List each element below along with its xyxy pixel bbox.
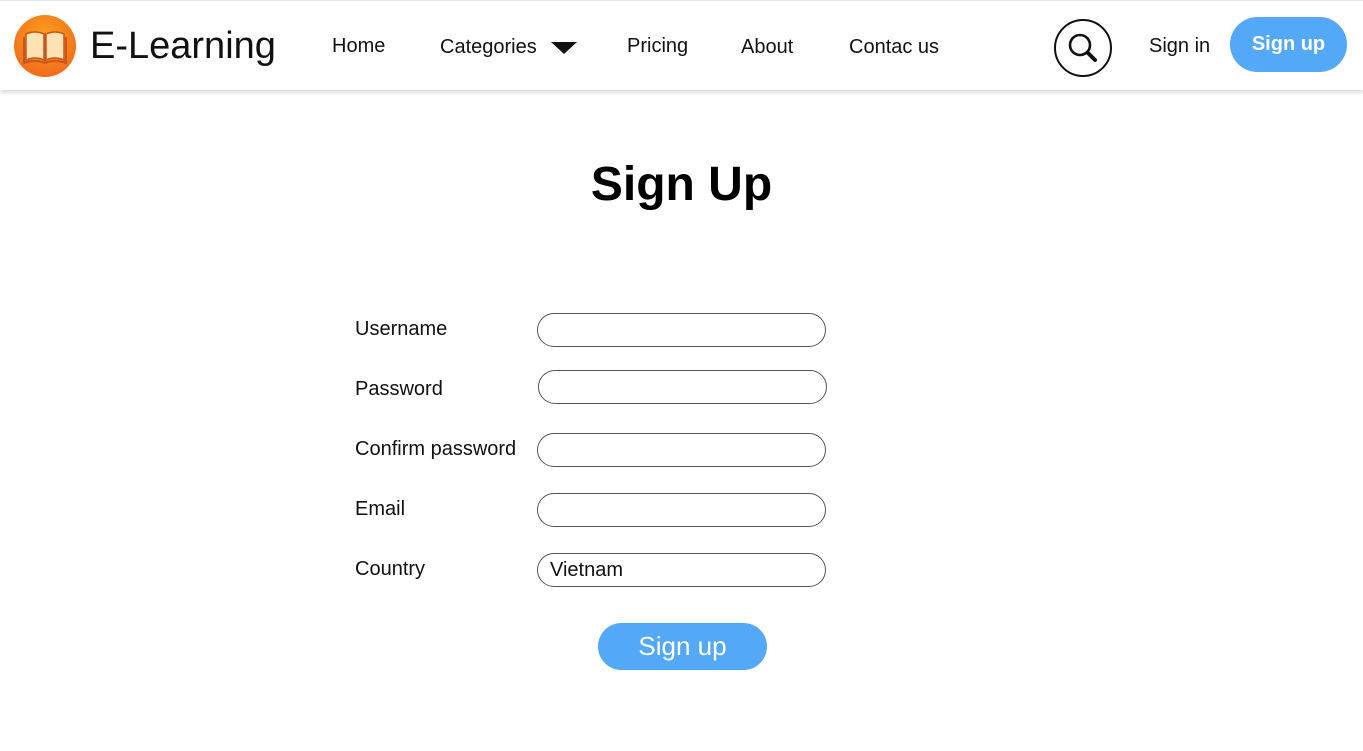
top-navbar: E-Learning Home Categories Pricing About… bbox=[0, 0, 1363, 90]
nav-home[interactable]: Home bbox=[332, 33, 385, 59]
username-input[interactable] bbox=[537, 313, 826, 347]
brand-name[interactable]: E-Learning bbox=[90, 23, 276, 69]
sign-in-link[interactable]: Sign in bbox=[1149, 33, 1210, 59]
nav-about[interactable]: About bbox=[741, 34, 793, 60]
chevron-down-icon[interactable] bbox=[550, 40, 578, 56]
email-input[interactable] bbox=[537, 493, 826, 527]
email-label: Email bbox=[355, 498, 406, 520]
password-input[interactable] bbox=[538, 370, 827, 404]
search-icon bbox=[1068, 33, 1097, 62]
password-label: Password bbox=[355, 378, 443, 400]
username-label: Username bbox=[355, 318, 448, 340]
confirm-password-input[interactable] bbox=[537, 433, 826, 467]
search-button[interactable] bbox=[1054, 19, 1112, 77]
signup-page: E-Learning Home Categories Pricing About… bbox=[0, 0, 1363, 751]
sign-up-header-button[interactable]: Sign up bbox=[1230, 17, 1347, 72]
nav-pricing[interactable]: Pricing bbox=[627, 33, 688, 59]
nav-categories[interactable]: Categories bbox=[440, 34, 537, 60]
open-book-icon[interactable] bbox=[14, 15, 76, 77]
sign-up-submit-button[interactable]: Sign up bbox=[598, 623, 767, 670]
page-title: Sign Up bbox=[590, 158, 773, 211]
country-input[interactable] bbox=[537, 553, 826, 587]
confirm-password-label: Confirm password bbox=[355, 438, 517, 460]
nav-contact[interactable]: Contac us bbox=[849, 34, 939, 60]
country-label: Country bbox=[355, 558, 426, 580]
